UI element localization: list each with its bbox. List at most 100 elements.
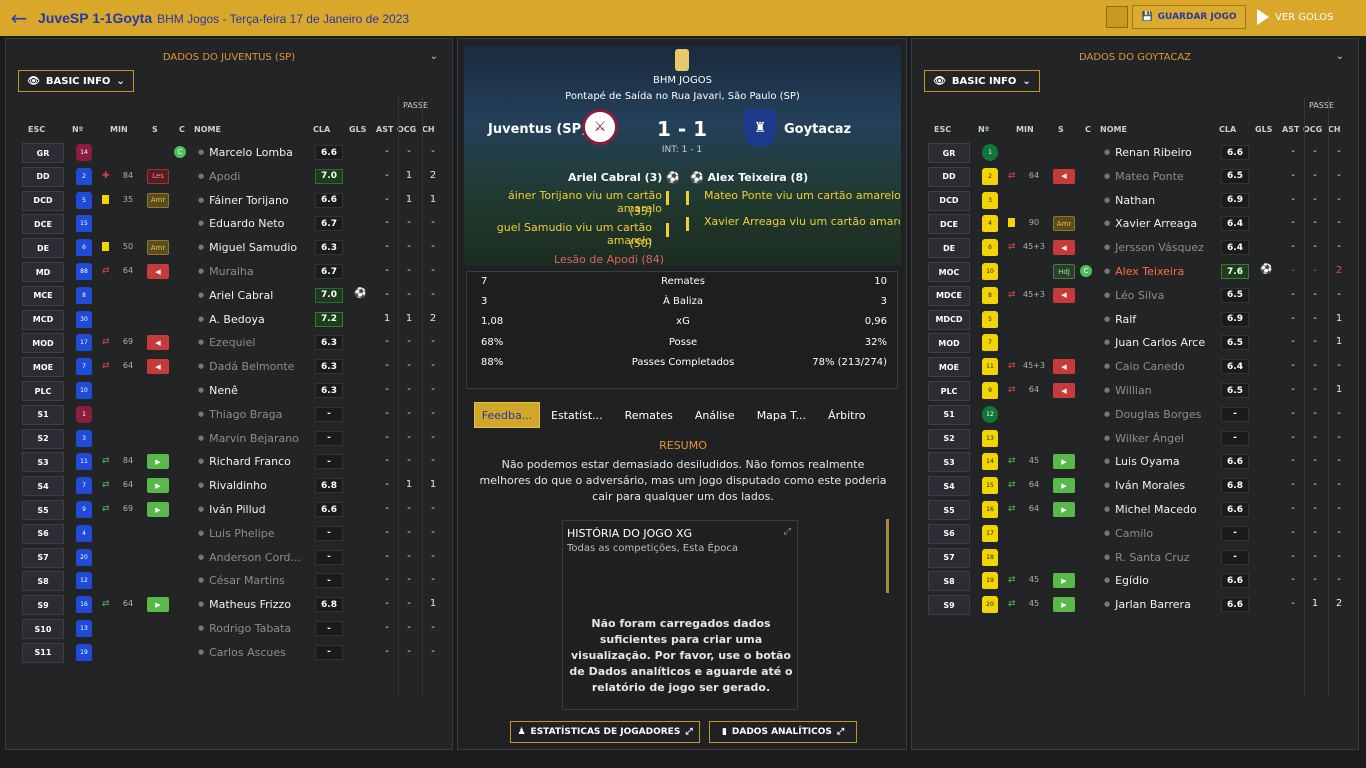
column-header-gls[interactable]: GLS — [349, 125, 366, 134]
player-name[interactable]: César Martins — [198, 574, 324, 587]
player-name[interactable]: Rodrigo Tabata — [198, 622, 324, 635]
column-header-ch[interactable]: CH — [422, 125, 435, 134]
column-header-ch[interactable]: CH — [1328, 125, 1341, 134]
player-row[interactable]: MOE 11 ⇄ 45+3 ◀ Caio Canedo6.4 - - - — [924, 356, 1350, 378]
column-header-gls[interactable]: GLS — [1255, 125, 1272, 134]
player-row[interactable]: S213Wilker Ángel---- — [924, 428, 1350, 450]
column-header-num[interactable]: Nº — [72, 125, 83, 134]
player-name[interactable]: Jarlan Barrera — [1104, 598, 1230, 611]
player-row[interactable]: S9 20 ⇄ 45 ▶ Jarlan Barrera6.6 - 1 2 — [924, 594, 1350, 616]
player-row[interactable]: MDCE 8 ⇄ 45+3 ◀ Léo Silva6.5 - - - — [924, 285, 1350, 307]
column-header-s[interactable]: S — [1058, 125, 1064, 134]
player-name[interactable]: Apodi — [198, 170, 324, 183]
column-header-num[interactable]: Nº — [978, 125, 989, 134]
player-row[interactable]: S5 9 ⇄ 69 ▶ Iván Pillud6.6 - - - — [18, 499, 444, 521]
player-row[interactable]: MOD 7 Juan Carlos Arce6.5 - - 1 — [924, 332, 1350, 354]
player-name[interactable]: Léo Silva — [1104, 289, 1230, 302]
player-row[interactable]: MOD 17 ⇄ 69 ◀ Ezequiel6.3 - - - — [18, 332, 444, 354]
player-name[interactable]: Iván Morales — [1104, 479, 1230, 492]
column-header-esc[interactable]: ESC — [28, 125, 45, 134]
player-name[interactable]: Nathan — [1104, 194, 1230, 207]
back-arrow-icon[interactable]: ← — [0, 0, 38, 36]
player-name[interactable]: Douglas Borges — [1104, 408, 1230, 421]
player-name[interactable]: Alex Teixeira — [1104, 265, 1230, 278]
player-row[interactable]: DCD 5 35 Amr Fáiner Torijano6.6 - 1 1 — [18, 190, 444, 212]
player-row[interactable]: S8 19 ⇄ 45 ▶ Egídio6.6 - - - — [924, 570, 1350, 592]
player-row[interactable]: S3 14 ⇄ 45 ▶ Luis Oyama6.6 - - - — [924, 451, 1350, 473]
player-row[interactable]: S5 16 ⇄ 64 ▶ Michel Macedo6.6 - - - — [924, 499, 1350, 521]
column-header-nome[interactable]: NOME — [194, 125, 221, 134]
tab-shots[interactable]: Remates — [614, 402, 684, 428]
player-name[interactable]: Marvin Bejarano — [198, 432, 324, 445]
scrollbar[interactable] — [886, 519, 889, 593]
player-row[interactable]: MCD 30 A. Bedoya7.2 1 1 2 — [18, 309, 444, 331]
player-name[interactable]: Eduardo Neto — [198, 217, 324, 230]
tab-referee[interactable]: Árbitro — [817, 402, 876, 428]
expand-icon[interactable]: ⤢ — [784, 527, 791, 537]
player-row[interactable]: DD 2 ⇄ 64 ◀ Mateo Ponte6.5 - - - — [924, 166, 1350, 188]
player-row[interactable]: S812César Martins---- — [18, 570, 444, 592]
player-name[interactable]: Muralha — [198, 265, 324, 278]
column-header-min[interactable]: MIN — [110, 125, 128, 134]
player-name[interactable]: Egídio — [1104, 574, 1230, 587]
player-row[interactable]: MOC 10 HdJ C Alex Teixeira7.6 ⚽ - - 2 — [924, 261, 1350, 283]
column-header-esc[interactable]: ESC — [934, 125, 951, 134]
player-row[interactable]: S1013Rodrigo Tabata---- — [18, 618, 444, 640]
tab-feedback[interactable]: Feedba... — [474, 402, 540, 428]
column-header-c[interactable]: C — [1085, 125, 1091, 134]
player-row[interactable]: GR 14 C Marcelo Lomba6.6 - - - — [18, 142, 444, 164]
chevron-down-icon[interactable]: ⌄ — [1336, 51, 1344, 62]
save-game-button[interactable]: 💾 GUARDAR JOGO — [1132, 5, 1246, 29]
player-name[interactable]: Carlos Ascues — [198, 646, 324, 659]
tab-map[interactable]: Mapa T... — [746, 402, 817, 428]
player-row[interactable]: MD 88 ⇄ 64 ◀ Muralha6.7 - - - — [18, 261, 444, 283]
player-row[interactable]: DE 6 ⇄ 45+3 ◀ Jersson Vásquez6.4 - - - — [924, 237, 1350, 259]
player-name[interactable]: Rivaldinho — [198, 479, 324, 492]
player-name[interactable]: Jersson Vásquez — [1104, 241, 1230, 254]
player-stats-button[interactable]: ♟ ESTATÍSTICAS DE JOGADORES ⤢ — [510, 721, 700, 743]
player-name[interactable]: Luis Phelipe — [198, 527, 324, 540]
player-row[interactable]: PLC 9 ⇄ 64 ◀ Willian6.5 - - 1 — [924, 380, 1350, 402]
player-row[interactable]: MOE 7 ⇄ 64 ◀ Dadá Belmonte6.3 - - - — [18, 356, 444, 378]
player-row[interactable]: S112Douglas Borges---- — [924, 404, 1350, 426]
column-header-ast[interactable]: AST — [376, 125, 393, 134]
player-name[interactable]: Mateo Ponte — [1104, 170, 1230, 183]
column-header-cla[interactable]: CLA — [1219, 125, 1236, 134]
player-name[interactable]: R. Santa Cruz — [1104, 551, 1230, 564]
player-name[interactable]: Willian — [1104, 384, 1230, 397]
player-name[interactable]: Thiago Braga — [198, 408, 324, 421]
watch-goals-button[interactable]: VER GOLOS — [1257, 5, 1347, 29]
toolbar-square-button[interactable] — [1106, 6, 1128, 28]
player-row[interactable]: DCD 3 Nathan6.9 - - - — [924, 190, 1350, 212]
player-row[interactable]: S11Thiago Braga---- — [18, 404, 444, 426]
player-name[interactable]: Marcelo Lomba — [198, 146, 324, 159]
column-header-ocg[interactable]: OCG — [1303, 125, 1322, 134]
player-row[interactable]: DE 6 50 Amr Miguel Samudio6.3 - - - — [18, 237, 444, 259]
player-name[interactable]: Xavier Arreaga — [1104, 217, 1230, 230]
player-row[interactable]: DCE 4 90 Amr Xavier Arreaga6.4 - - - — [924, 213, 1350, 235]
column-header-cla[interactable]: CLA — [313, 125, 330, 134]
column-header-nome[interactable]: NOME — [1100, 125, 1127, 134]
player-row[interactable]: S720Anderson Cord...---- — [18, 547, 444, 569]
player-row[interactable]: S718R. Santa Cruz---- — [924, 547, 1350, 569]
player-name[interactable]: Nenê — [198, 384, 324, 397]
player-name[interactable]: Luis Oyama — [1104, 455, 1230, 468]
chevron-down-icon[interactable]: ⌄ — [430, 51, 438, 62]
player-name[interactable]: Ezequiel — [198, 336, 324, 349]
column-header-ocg[interactable]: OCG — [397, 125, 416, 134]
player-row[interactable]: PLC 10 Nenê6.3 - - - — [18, 380, 444, 402]
player-row[interactable]: S4 7 ⇄ 64 ▶ Rivaldinho6.8 - 1 1 — [18, 475, 444, 497]
player-row[interactable]: S617Camilo---- — [924, 523, 1350, 545]
player-name[interactable]: Michel Macedo — [1104, 503, 1230, 516]
player-name[interactable]: A. Bedoya — [198, 313, 324, 326]
player-row[interactable]: S1119Carlos Ascues---- — [18, 642, 444, 664]
player-name[interactable]: Miguel Samudio — [198, 241, 324, 254]
player-row[interactable]: S4 15 ⇄ 64 ▶ Iván Morales6.8 - - - — [924, 475, 1350, 497]
player-row[interactable]: DD 2 ✚ 84 Les Apodi7.0 - 1 2 — [18, 166, 444, 188]
player-name[interactable]: Juan Carlos Arce — [1104, 336, 1230, 349]
player-name[interactable]: Ariel Cabral — [198, 289, 324, 302]
player-name[interactable]: Wilker Ángel — [1104, 432, 1230, 445]
player-row[interactable]: MDCD 5 Ralf6.9 - - 1 — [924, 309, 1350, 331]
basic-info-dropdown[interactable]: 👁 BASIC INFO ⌄ — [18, 70, 134, 92]
player-name[interactable]: Dadá Belmonte — [198, 360, 324, 373]
